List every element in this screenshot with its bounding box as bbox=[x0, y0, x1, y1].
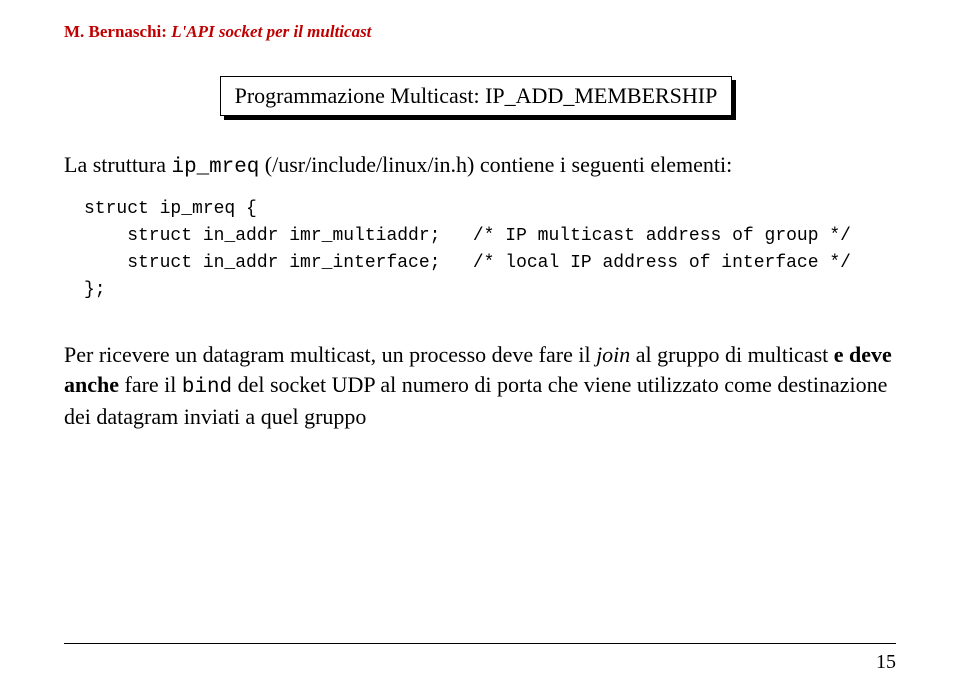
intro-text-2: (/usr/include/linux/in.h) contiene i seg… bbox=[259, 152, 732, 177]
body-join-italic: join bbox=[596, 342, 630, 367]
title-box: Programmazione Multicast: IP_ADD_MEMBERS… bbox=[220, 76, 733, 116]
header-title: L'API socket per il multicast bbox=[171, 22, 371, 41]
footer-rule bbox=[64, 643, 896, 644]
body-bind-code: bind bbox=[182, 376, 232, 399]
body-text-3: fare il bbox=[119, 372, 182, 397]
title-box-container: Programmazione Multicast: IP_ADD_MEMBERS… bbox=[64, 80, 896, 120]
intro-text-1: La struttura bbox=[64, 152, 172, 177]
body-text-2: al gruppo di multicast bbox=[630, 342, 833, 367]
header-author: M. Bernaschi: bbox=[64, 22, 167, 41]
page-header: M. Bernaschi: L'API socket per il multic… bbox=[64, 22, 896, 42]
intro-paragraph: La struttura ip_mreq (/usr/include/linux… bbox=[64, 150, 896, 182]
code-block-struct: struct ip_mreq { struct in_addr imr_mult… bbox=[84, 196, 896, 304]
page-number: 15 bbox=[876, 651, 896, 674]
title-box-shadow: Programmazione Multicast: IP_ADD_MEMBERS… bbox=[224, 80, 737, 120]
intro-code-ipmreq: ip_mreq bbox=[172, 156, 260, 179]
body-paragraph: Per ricevere un datagram multicast, un p… bbox=[64, 340, 896, 432]
body-text-1: Per ricevere un datagram multicast, un p… bbox=[64, 342, 596, 367]
